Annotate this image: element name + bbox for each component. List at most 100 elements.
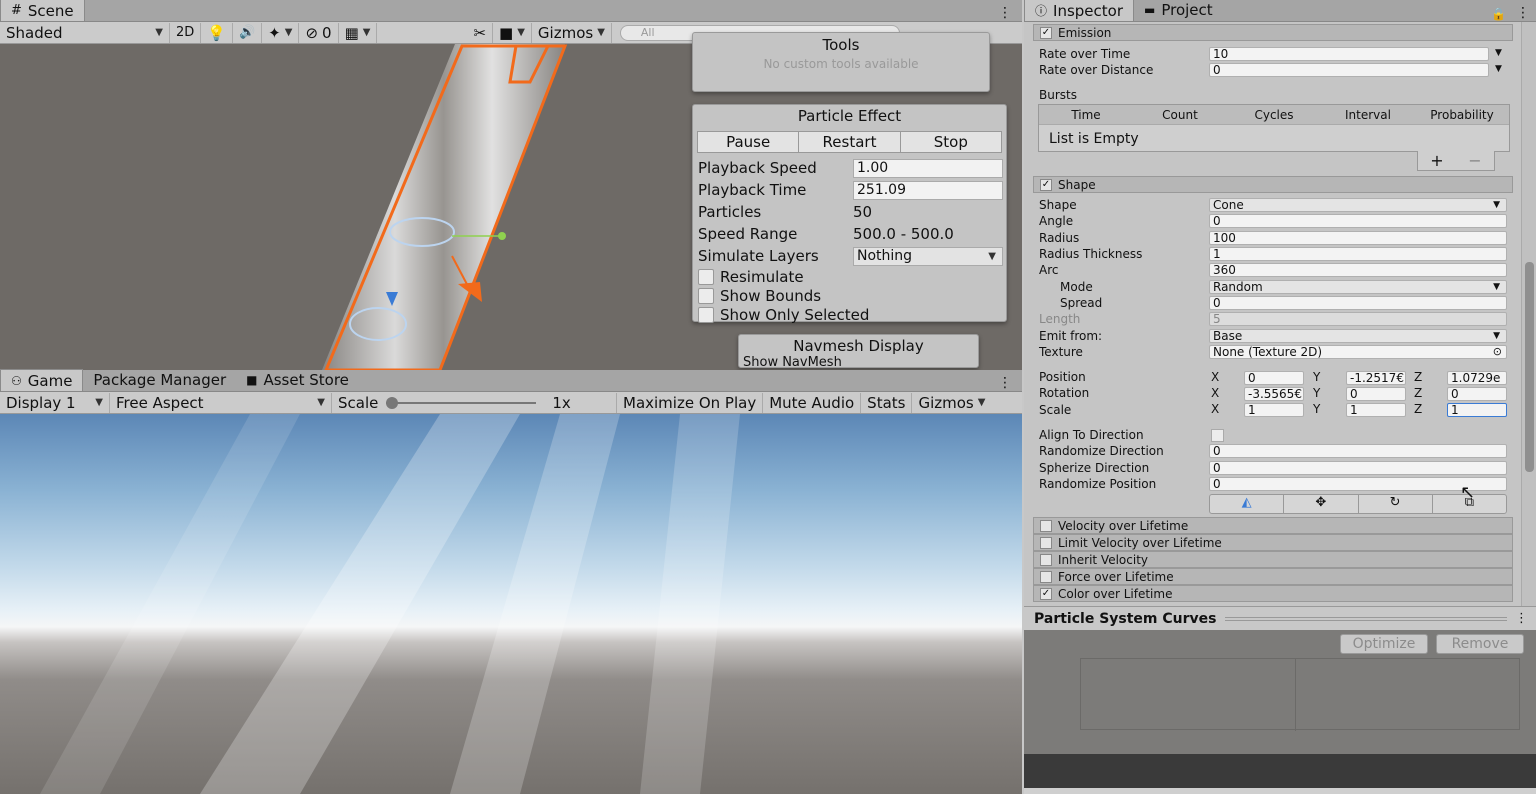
shading-mode-dropdown[interactable]: Shaded ▼ xyxy=(0,22,170,43)
rotation-z-field[interactable]: 0 xyxy=(1447,387,1507,401)
emission-header[interactable]: ✓ Emission xyxy=(1033,24,1513,41)
shape-gizmo-edit-icon[interactable]: ◭ xyxy=(1210,495,1285,513)
more-menu-icon[interactable]: ⋮ xyxy=(988,375,1022,391)
audio-icon[interactable]: 🔊 xyxy=(233,22,263,43)
shape-header[interactable]: ✓ Shape xyxy=(1033,176,1513,193)
tab-game[interactable]: ⚇ Game xyxy=(0,369,84,391)
rotate-tool-icon[interactable]: ↻ xyxy=(1359,495,1433,513)
curve-dropdown-icon[interactable]: ▼ xyxy=(1495,48,1502,58)
particles-row: Particles 50 xyxy=(693,201,1006,223)
radius-thickness-field[interactable]: 1 xyxy=(1209,247,1507,261)
inspector-scrollbar[interactable] xyxy=(1521,22,1536,606)
grid-snap-icon[interactable]: ▦ ▼ xyxy=(339,22,378,43)
arc-field[interactable]: 360 xyxy=(1209,263,1507,277)
lighting-icon[interactable]: 💡 xyxy=(201,22,233,43)
more-menu-icon[interactable]: ⋮ xyxy=(1515,611,1536,626)
show-only-selected-checkbox[interactable] xyxy=(698,306,714,323)
remove-button[interactable]: Remove xyxy=(1436,634,1524,654)
tools-overlay: Tools No custom tools available xyxy=(692,32,990,92)
rotation-x-field[interactable]: -3.5565€ xyxy=(1244,387,1304,401)
navmesh-row[interactable]: Show NavMesh xyxy=(739,355,978,367)
scrollbar-thumb[interactable] xyxy=(1525,262,1534,472)
arc-label: Arc xyxy=(1039,263,1059,277)
stats-button[interactable]: Stats xyxy=(861,392,913,413)
restart-button[interactable]: Restart xyxy=(799,132,901,152)
game-gizmos-dropdown[interactable]: Gizmos ▼ xyxy=(912,393,991,413)
position-z-field[interactable]: 1.0729e xyxy=(1447,371,1507,385)
tab-project[interactable]: ▬ Project xyxy=(1134,0,1223,21)
module-checkbox[interactable] xyxy=(1040,570,1052,583)
toggle-2d-button[interactable]: 2D xyxy=(170,22,202,43)
tools-icon[interactable]: ✂ xyxy=(467,22,494,43)
rate-over-distance-field[interactable]: 0 xyxy=(1209,63,1489,77)
more-menu-icon[interactable]: ⋮ xyxy=(1510,5,1536,21)
texture-value: None (Texture 2D) xyxy=(1213,345,1323,359)
module-checkbox[interactable]: ✓ xyxy=(1040,587,1052,600)
aspect-dropdown[interactable]: Free Aspect ▼ xyxy=(110,392,332,413)
tab-scene[interactable]: # Scene xyxy=(0,0,85,21)
camera-icon[interactable]: ■ ▼ xyxy=(493,22,532,43)
minus-icon[interactable]: − xyxy=(1468,151,1481,170)
mute-audio-label: Mute Audio xyxy=(769,393,855,412)
module-checkbox[interactable] xyxy=(1040,536,1052,549)
simulate-layers-label: Simulate Layers xyxy=(698,247,819,265)
module-checkbox[interactable] xyxy=(1040,519,1052,532)
curve-dropdown-icon[interactable]: ▼ xyxy=(1495,64,1502,74)
module-header[interactable]: Velocity over Lifetime xyxy=(1033,517,1513,534)
effects-icon[interactable]: ✦ ▼ xyxy=(262,22,300,43)
playback-speed-field[interactable]: 1.00 xyxy=(853,158,1003,178)
position-y-field[interactable]: -1.2517€ xyxy=(1346,371,1406,385)
module-label: Limit Velocity over Lifetime xyxy=(1058,535,1222,550)
rate-over-time-field[interactable]: 10 xyxy=(1209,47,1489,61)
curves-footer xyxy=(1024,754,1536,788)
module-checkbox[interactable] xyxy=(1040,553,1052,566)
module-header[interactable]: Inherit Velocity xyxy=(1033,551,1513,568)
scale-slider-thumb[interactable] xyxy=(386,396,399,409)
shape-checkbox[interactable]: ✓ xyxy=(1040,178,1052,191)
show-bounds-checkbox[interactable] xyxy=(698,287,714,304)
tab-asset-store[interactable]: ■ Asset Store xyxy=(236,369,359,391)
rotation-y-field[interactable]: 0 xyxy=(1346,387,1406,401)
plus-icon[interactable]: + xyxy=(1430,151,1443,170)
object-picker-icon[interactable]: ⊙ xyxy=(1493,346,1502,358)
simulate-layers-dropdown[interactable]: Nothing ▼ xyxy=(853,246,1003,266)
angle-field[interactable]: 0 xyxy=(1209,214,1507,228)
scale-z-field[interactable]: 1 xyxy=(1447,403,1507,417)
tab-package-manager[interactable]: Package Manager xyxy=(83,369,236,391)
playback-time-field[interactable]: 251.09 xyxy=(853,180,1003,200)
spread-field[interactable]: 0 xyxy=(1209,296,1507,310)
radius-field[interactable]: 100 xyxy=(1209,231,1507,245)
emission-checkbox[interactable]: ✓ xyxy=(1040,26,1052,39)
module-header[interactable]: Limit Velocity over Lifetime xyxy=(1033,534,1513,551)
stop-button[interactable]: Stop xyxy=(900,132,1001,152)
lock-icon[interactable]: 🔒 xyxy=(1487,7,1510,21)
scale-slider[interactable] xyxy=(386,396,537,409)
emit-from-dropdown[interactable]: Base ▼ xyxy=(1209,329,1507,343)
pause-button[interactable]: Pause xyxy=(698,132,800,152)
scale-x-field[interactable]: 1 xyxy=(1244,403,1304,417)
display-dropdown[interactable]: Display 1 ▼ xyxy=(0,392,110,413)
navmesh-overlay: Navmesh Display Show NavMesh xyxy=(738,334,979,368)
move-tool-icon[interactable]: ✥ xyxy=(1284,495,1359,513)
gizmos-dropdown[interactable]: Gizmos ▼ xyxy=(532,22,612,43)
randomize-direction-field[interactable]: 0 xyxy=(1209,444,1507,458)
spherize-direction-field[interactable]: 0 xyxy=(1209,461,1507,475)
optimize-button[interactable]: Optimize xyxy=(1340,634,1428,654)
scale-y-field[interactable]: 1 xyxy=(1346,403,1406,417)
game-viewport[interactable] xyxy=(0,414,1022,794)
align-direction-checkbox[interactable] xyxy=(1211,429,1224,442)
curve-editor-area[interactable] xyxy=(1080,658,1520,731)
maximize-on-play-button[interactable]: Maximize On Play xyxy=(617,392,764,413)
tab-inspector[interactable]: ⓘ Inspector xyxy=(1024,0,1134,21)
texture-field[interactable]: None (Texture 2D) ⊙ xyxy=(1209,345,1507,359)
stats-label: Stats xyxy=(867,393,906,412)
module-header[interactable]: Force over Lifetime xyxy=(1033,568,1513,585)
shape-type-dropdown[interactable]: Cone ▼ xyxy=(1209,198,1507,212)
visibility-icon[interactable]: ⊘ 0 xyxy=(299,22,339,43)
position-x-field[interactable]: 0 xyxy=(1244,371,1304,385)
resimulate-checkbox[interactable] xyxy=(698,268,714,285)
mute-audio-button[interactable]: Mute Audio xyxy=(763,392,862,413)
module-header[interactable]: ✓ Color over Lifetime xyxy=(1033,585,1513,602)
mode-dropdown[interactable]: Random ▼ xyxy=(1209,280,1507,294)
more-menu-icon[interactable]: ⋮ xyxy=(988,5,1022,21)
